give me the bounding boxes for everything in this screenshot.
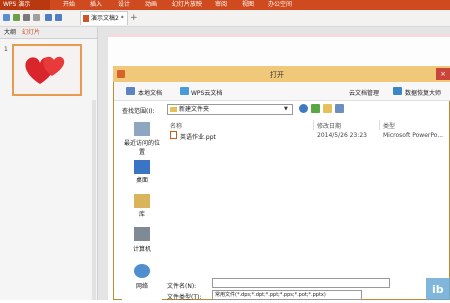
hearts-image bbox=[25, 56, 65, 84]
place-library[interactable]: 库 bbox=[122, 209, 162, 218]
look-in-select[interactable]: 新建文件夹 bbox=[167, 104, 293, 115]
file-date: 2014/5/26 23:23 bbox=[317, 132, 367, 139]
undo-icon[interactable] bbox=[45, 14, 52, 21]
close-button[interactable]: × bbox=[436, 68, 450, 80]
ppt-file-icon bbox=[170, 131, 177, 139]
file-name-input[interactable] bbox=[212, 278, 390, 288]
menu-item-office-space[interactable]: 办公空间 bbox=[268, 0, 292, 10]
pane-scrollbar[interactable] bbox=[92, 100, 96, 300]
cloud-icon bbox=[180, 87, 189, 95]
desktop-icon[interactable] bbox=[134, 160, 150, 174]
slide-thumbnail[interactable] bbox=[12, 44, 82, 96]
file-name[interactable]: 英语作业.ppt bbox=[180, 132, 216, 141]
local-document-button[interactable]: 本地文档 bbox=[138, 88, 162, 97]
computer-icon[interactable] bbox=[134, 227, 150, 241]
library-icon[interactable] bbox=[134, 194, 150, 208]
menu-item-view[interactable]: 视图 bbox=[242, 0, 254, 10]
back-icon[interactable] bbox=[299, 104, 308, 113]
data-recovery-icon bbox=[393, 87, 402, 95]
chevron-down-icon[interactable]: ▼ bbox=[284, 106, 288, 112]
open-icon[interactable] bbox=[13, 14, 20, 21]
quick-access-toolbar bbox=[0, 10, 450, 27]
folder-icon bbox=[170, 107, 177, 112]
file-type: Microsoft PowerPo... bbox=[383, 132, 444, 139]
app-icon bbox=[117, 70, 125, 78]
local-document-icon bbox=[126, 87, 135, 95]
tab-document-label: 演示文稿2 * bbox=[91, 15, 124, 22]
menu-item-home[interactable]: 开始 bbox=[63, 0, 75, 10]
view-menu-icon[interactable] bbox=[335, 104, 344, 113]
column-divider[interactable] bbox=[313, 120, 314, 130]
menu-item-animation[interactable]: 动画 bbox=[145, 0, 157, 10]
print-icon[interactable] bbox=[23, 14, 30, 21]
new-tab-button[interactable]: + bbox=[130, 12, 138, 24]
look-in-label: 查找范围(I): bbox=[122, 108, 155, 115]
dialog-title: 打开 bbox=[270, 71, 284, 79]
slide-number: 1 bbox=[4, 46, 8, 53]
up-folder-icon[interactable] bbox=[311, 104, 320, 113]
data-recovery-button[interactable]: 数据恢复大师 bbox=[405, 88, 441, 97]
preview-icon[interactable] bbox=[33, 14, 40, 21]
tab-slides[interactable]: 幻灯片 bbox=[22, 27, 40, 38]
file-type-select[interactable]: 常用文件(*.dps;*.dpt;*.ppt;*.pps;*.pot;*.ppt… bbox=[212, 290, 362, 300]
place-desktop[interactable]: 桌面 bbox=[122, 175, 162, 184]
place-recent[interactable]: 最近访问的位置 bbox=[122, 138, 162, 156]
new-folder-icon[interactable] bbox=[323, 104, 332, 113]
place-computer[interactable]: 计算机 bbox=[122, 244, 162, 253]
menu-item-review[interactable]: 审阅 bbox=[215, 0, 227, 10]
presentation-file-icon bbox=[83, 15, 89, 22]
column-header-date[interactable]: 修改日期 bbox=[317, 121, 341, 130]
recent-places-icon[interactable] bbox=[134, 122, 150, 136]
wps-cloud-button[interactable]: WPS云文档 bbox=[191, 88, 222, 97]
redo-icon[interactable] bbox=[55, 14, 62, 21]
tab-outline[interactable]: 大纲 bbox=[4, 27, 16, 38]
place-network[interactable]: 网络 bbox=[122, 281, 162, 290]
column-divider[interactable] bbox=[379, 120, 380, 130]
column-header-type[interactable]: 类型 bbox=[383, 121, 395, 130]
column-header-name[interactable]: 名称 bbox=[170, 121, 182, 130]
network-icon[interactable] bbox=[134, 264, 150, 278]
look-in-value: 新建文件夹 bbox=[179, 106, 210, 113]
save-icon[interactable] bbox=[3, 14, 10, 21]
watermark: ib bbox=[432, 283, 444, 296]
menu-item-design[interactable]: 设计 bbox=[118, 0, 130, 10]
open-dialog bbox=[113, 66, 450, 300]
wps-menu-button[interactable]: WPS 演示 bbox=[0, 0, 50, 10]
file-name-label: 文件名(N): bbox=[167, 283, 197, 290]
cloud-doc-manage-button[interactable]: 云文档管理 bbox=[349, 88, 379, 97]
tab-document[interactable]: 演示文稿2 * bbox=[80, 11, 128, 25]
menu-item-insert[interactable]: 插入 bbox=[90, 0, 102, 10]
menu-item-slideshow[interactable]: 幻灯片放映 bbox=[172, 0, 202, 10]
